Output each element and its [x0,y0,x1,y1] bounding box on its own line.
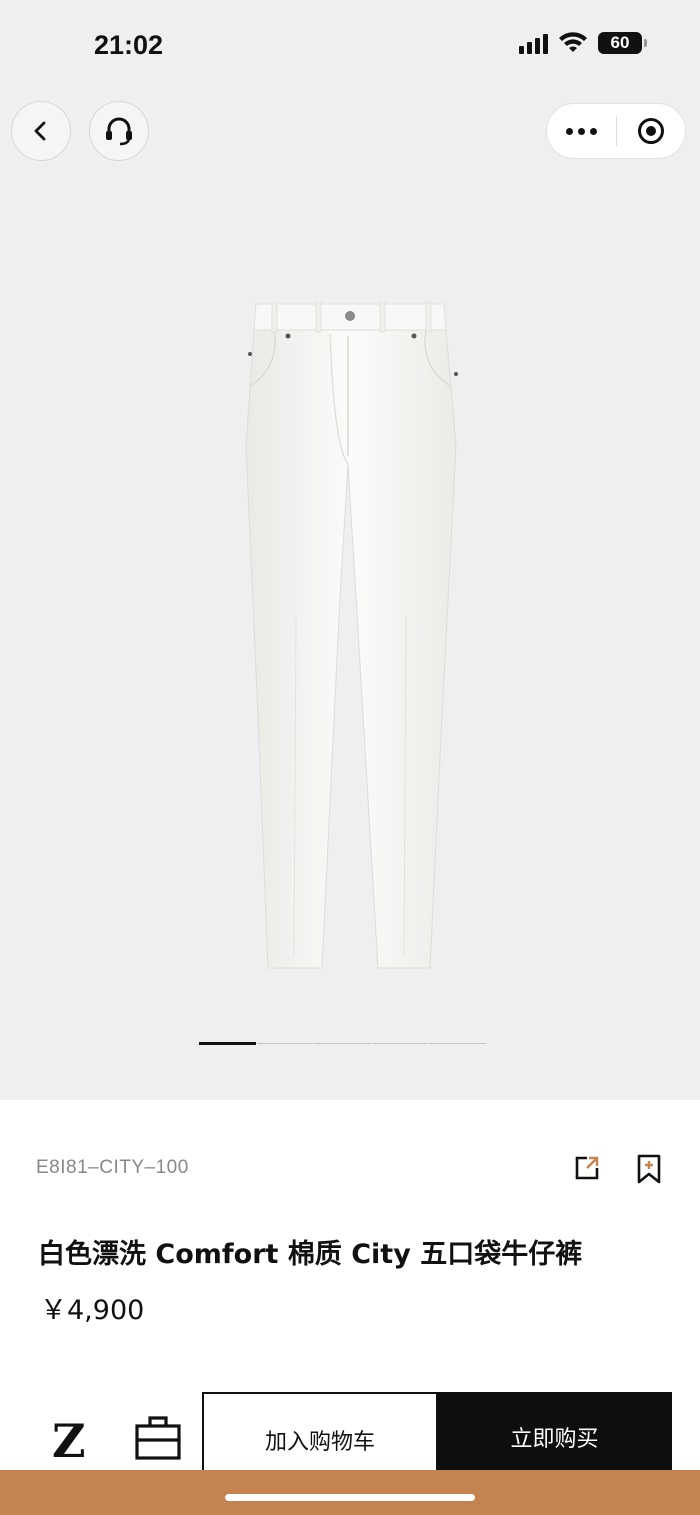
product-price: ￥4,900 [40,1295,145,1326]
miniprogram-capsule [546,103,686,159]
more-icon [566,127,597,135]
share-icon[interactable] [573,1154,601,1182]
battery-icon: 60 [598,32,647,54]
brand-logo[interactable]: Z [52,1414,86,1468]
customer-service-icon [106,117,132,146]
add-to-cart-button[interactable]: 加入购物车 [202,1392,438,1482]
signal-icon [519,32,548,54]
product-detail-screen: 21:02 60 E8I81–CITY–100 白色漂洗 Comfort 棉质 … [0,0,700,1515]
product-image-carousel[interactable]: 21:02 60 [0,0,700,1100]
product-image [245,301,458,969]
status-time: 21:02 [94,30,164,60]
status-icons: 60 [519,32,647,54]
customer-service-button[interactable] [89,101,149,161]
bottom-band [0,1470,700,1515]
carousel-indicator [199,1042,487,1045]
buy-now-button[interactable]: 立即购买 [437,1392,672,1482]
home-indicator[interactable] [225,1494,475,1501]
close-miniprogram-icon [637,118,664,144]
indicator-segment [314,1043,371,1044]
close-miniprogram-button[interactable] [617,104,685,158]
product-sku: E8I81–CITY–100 [36,1157,189,1178]
back-icon [34,121,46,141]
product-title: 白色漂洗 Comfort 棉质 City 五口袋牛仔裤 [38,1239,583,1270]
wifi-icon [559,32,587,52]
bookmark-add-icon[interactable] [636,1154,662,1184]
indicator-segment [371,1043,429,1044]
indicator-segment-active [199,1042,256,1045]
indicator-segment [429,1043,486,1044]
indicator-segment [256,1043,314,1044]
more-button[interactable] [547,104,616,158]
shopping-bag-icon[interactable] [134,1414,182,1460]
battery-level: 60 [610,33,630,52]
back-button[interactable] [11,101,71,161]
